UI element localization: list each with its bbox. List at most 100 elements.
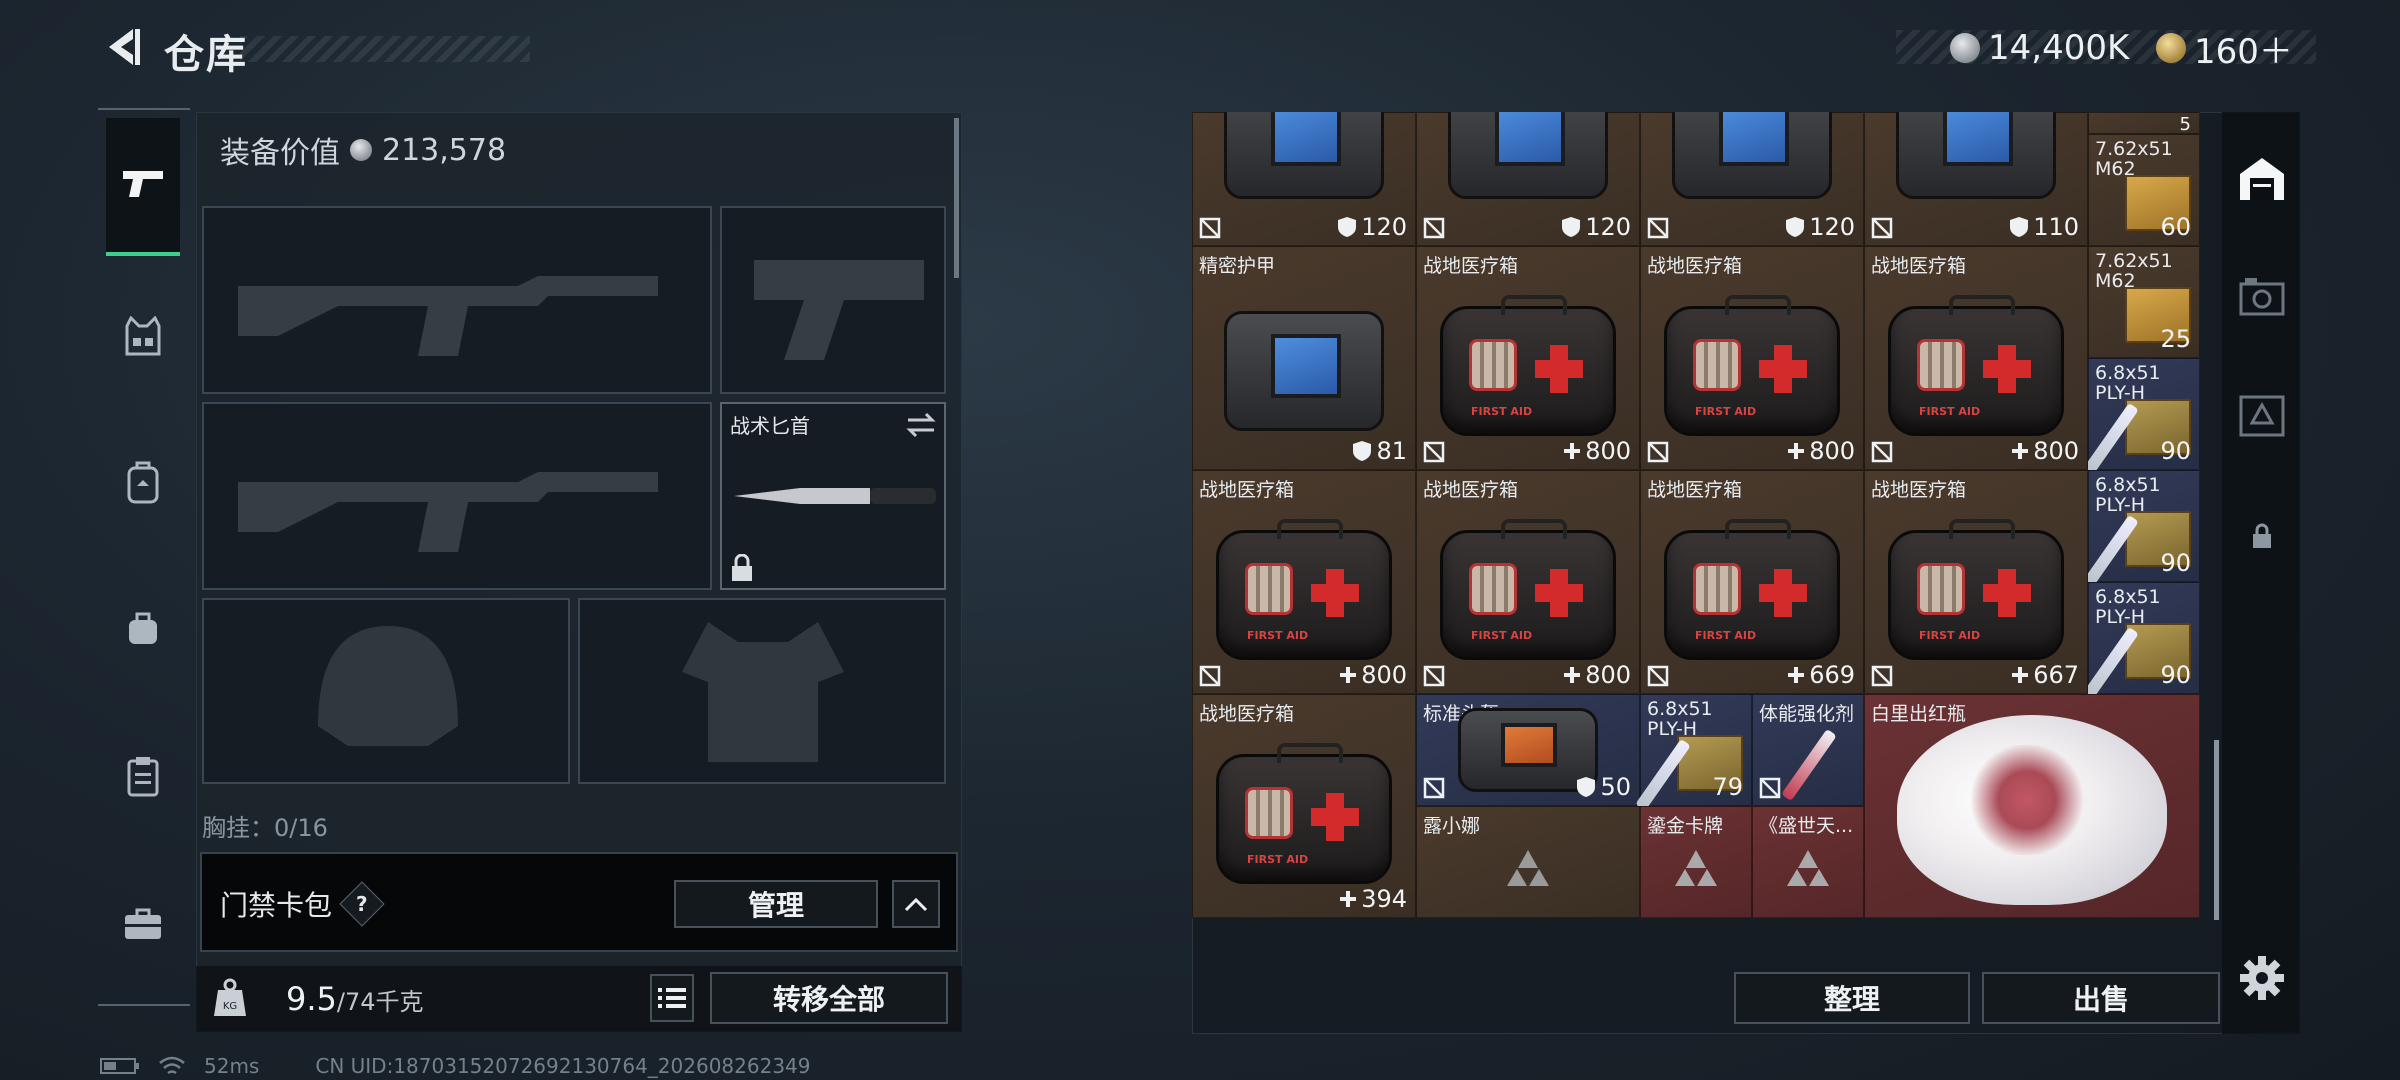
- stash-item-medkit[interactable]: 战地医疗箱 FIRST AID 667: [1864, 470, 2088, 694]
- backpack-icon: [127, 461, 159, 504]
- tab-safe-box[interactable]: [2230, 264, 2294, 328]
- stash-item-ammo-top[interactable]: 5: [2088, 112, 2200, 135]
- stash-item-stimulant[interactable]: 体能强化剂: [1752, 694, 1864, 806]
- ammo-count: 5: [2179, 114, 2191, 135]
- plus-icon: [1340, 667, 1357, 683]
- durability-value: 120: [1361, 213, 1407, 241]
- swap-icon[interactable]: [906, 412, 936, 438]
- silver-coin-icon: [1950, 33, 1980, 63]
- stash-item-armor[interactable]: 120: [1640, 112, 1864, 246]
- tab-pouch[interactable]: [106, 588, 180, 668]
- shield-icon: [2010, 217, 2029, 237]
- item-name: 战地医疗箱: [1199, 703, 1295, 725]
- stash-item-ammo[interactable]: 6.8x51 PLY-H 79: [1635, 694, 1752, 812]
- stash-item-armor[interactable]: 120: [1192, 112, 1416, 246]
- item-name: 6.8x51 PLY-H: [2095, 587, 2161, 627]
- stash-item-ammo[interactable]: 6.8x51 PLY-H 90: [2083, 470, 2200, 588]
- stash-item-medkit[interactable]: 战地医疗箱 FIRST AID 800: [1416, 246, 1640, 470]
- slot-helmet[interactable]: [202, 598, 570, 784]
- stash-item-precision-armor[interactable]: 精密护甲 81: [1192, 246, 1416, 470]
- heal-value: 394: [1361, 885, 1407, 913]
- equipment-value-label: 装备价值: [220, 136, 340, 171]
- lock-icon: [732, 554, 752, 581]
- slot-sidearm[interactable]: [720, 206, 946, 394]
- tab-vest[interactable]: [106, 296, 180, 376]
- slot-secondary-weapon[interactable]: [202, 402, 712, 590]
- no-insure-icon: [1423, 441, 1445, 463]
- back-button[interactable]: [98, 22, 148, 72]
- stash-item-medkit[interactable]: 战地医疗箱 FIRST AID 800: [1416, 470, 1640, 694]
- stash-scrollbar[interactable]: [2214, 740, 2219, 920]
- list-view-button[interactable]: [650, 974, 694, 1022]
- durability-value: 81: [1376, 437, 1407, 465]
- melee-item-name: 战术匕首: [730, 414, 810, 438]
- stash-side-tabs: [2222, 112, 2300, 1034]
- settings-button[interactable]: [2234, 950, 2290, 1006]
- sell-button[interactable]: 出售: [1982, 972, 2220, 1024]
- equipment-scrollbar[interactable]: [954, 118, 959, 278]
- stash-item-ammo[interactable]: 6.8x51 PLY-H 90: [2083, 582, 2200, 700]
- rifle-silhouette-icon: [238, 276, 658, 356]
- plus-icon: [2012, 667, 2029, 683]
- tab-weapons[interactable]: [106, 118, 180, 256]
- sort-button[interactable]: 整理: [1734, 972, 1970, 1024]
- pouch-icon: [129, 612, 157, 644]
- stash-item-medkit[interactable]: 战地医疗箱 FIRST AID 800: [1192, 470, 1416, 694]
- ammo-count: 60: [2160, 213, 2191, 241]
- plus-icon: [2012, 443, 2029, 459]
- collection-icon: [2239, 395, 2285, 437]
- stash-item-card[interactable]: 鎏金卡牌: [1640, 806, 1752, 918]
- durability-value: 120: [1809, 213, 1855, 241]
- slot-armor[interactable]: [578, 598, 946, 784]
- item-name: 6.8x51 PLY-H: [1647, 699, 1713, 739]
- manage-button[interactable]: 管理: [674, 880, 878, 928]
- item-name: 6.8x51 PLY-H: [2095, 475, 2161, 515]
- stash-item-ammo[interactable]: 6.8x51 PLY-H 90: [2083, 358, 2200, 476]
- no-insure-icon: [1871, 441, 1893, 463]
- heal-value: 669: [1809, 661, 1855, 689]
- slot-melee[interactable]: 战术匕首: [720, 402, 946, 590]
- list-icon: [658, 988, 686, 1008]
- ammo-count: 25: [2160, 325, 2191, 353]
- shield-icon: [1353, 441, 1372, 461]
- plus-icon: [1788, 443, 1805, 459]
- stash-item-medkit[interactable]: 战地医疗箱 FIRST AID 394: [1192, 694, 1416, 918]
- tab-locked[interactable]: [2230, 504, 2294, 568]
- stash-item-medkit[interactable]: 战地医疗箱 FIRST AID 800: [1864, 246, 2088, 470]
- stash-item-card[interactable]: 《盛世天...: [1752, 806, 1864, 918]
- gold-currency[interactable]: 160＋: [2156, 26, 2293, 72]
- expand-button[interactable]: [892, 880, 940, 928]
- stash-item-armor[interactable]: 110: [1864, 112, 2088, 246]
- stash-item-vase[interactable]: 白里出红瓶: [1864, 694, 2200, 918]
- no-insure-icon: [1871, 665, 1893, 687]
- heal-value: 667: [2033, 661, 2079, 689]
- stash-item-medkit[interactable]: 战地医疗箱 FIRST AID 669: [1640, 470, 1864, 694]
- stash-item-ammo[interactable]: 7.62x51 M62 25: [2088, 246, 2200, 358]
- gold-amount: 160＋: [2194, 31, 2293, 72]
- silver-coin-icon: [350, 139, 372, 161]
- tab-clipboard[interactable]: [106, 736, 180, 816]
- item-name: 6.8x51 PLY-H: [2095, 363, 2161, 403]
- silver-currency[interactable]: 14,400K: [1950, 26, 2129, 70]
- transfer-all-button[interactable]: 转移全部: [710, 972, 948, 1024]
- stash-item-helmet[interactable]: 标准头盔 50: [1416, 694, 1640, 806]
- stash-item-armor[interactable]: 120: [1416, 112, 1640, 246]
- item-name: 7.62x51 M62: [2095, 251, 2173, 291]
- slot-primary-weapon[interactable]: [202, 206, 712, 394]
- tab-backpack[interactable]: [106, 442, 180, 522]
- triforce-icon: [1507, 849, 1549, 886]
- no-insure-icon: [1647, 441, 1669, 463]
- no-insure-icon: [1759, 777, 1781, 799]
- chest-rig-label: 胸挂：0/16: [202, 814, 328, 838]
- item-name: 白里出红瓶: [1871, 703, 1967, 725]
- camera-box-icon: [2239, 278, 2285, 316]
- stash-item-card[interactable]: 露小娜: [1416, 806, 1640, 918]
- tab-toolbox[interactable]: [106, 884, 180, 964]
- tab-warehouse[interactable]: [2230, 146, 2294, 210]
- page-title: 仓库: [164, 32, 248, 78]
- stash-item-ammo[interactable]: 7.62x51 M62 60: [2088, 134, 2200, 246]
- tab-collection[interactable]: [2230, 384, 2294, 448]
- stash-item-medkit[interactable]: 战地医疗箱 FIRST AID 800: [1640, 246, 1864, 470]
- shield-icon: [1786, 217, 1805, 237]
- no-insure-icon: [1647, 665, 1669, 687]
